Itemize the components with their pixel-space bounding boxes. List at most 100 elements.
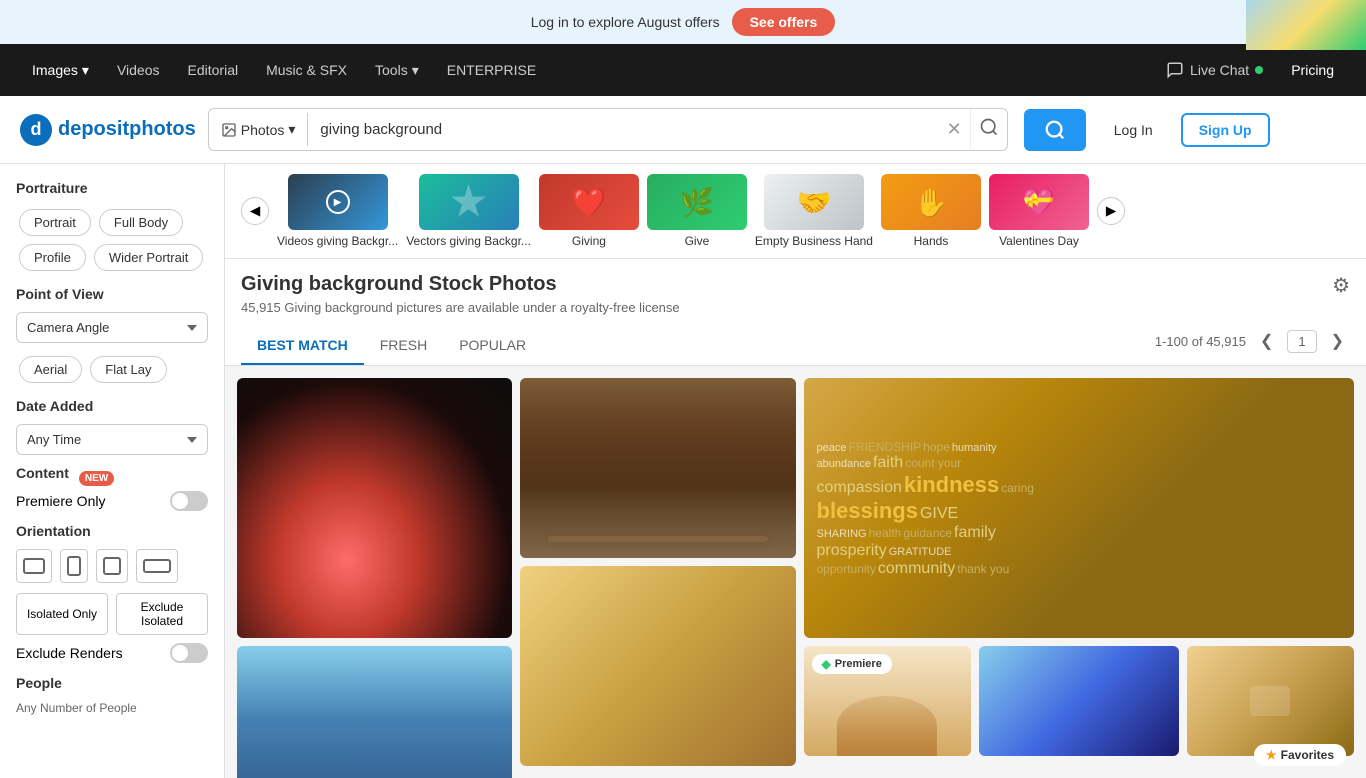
panorama-icon [143, 559, 171, 573]
tab-best-match[interactable]: BEST MATCH [241, 327, 364, 365]
toggle-knob [172, 493, 188, 509]
results-subtitle: 45,915 Giving background pictures are av… [241, 300, 680, 315]
nav-editorial-label: Editorial [188, 62, 239, 78]
site-logo[interactable]: d depositphotos [20, 114, 196, 146]
live-chat-button[interactable]: Live Chat [1154, 53, 1275, 87]
word-cloud-overlay: peaceFRIENDSHIPhopehumanity abundancefai… [804, 378, 1355, 638]
image-item-7[interactable] [979, 646, 1179, 756]
tab-fresh[interactable]: FRESH [364, 327, 443, 365]
date-added-select[interactable]: Any Time [16, 424, 208, 455]
portrait-orient-btn[interactable] [60, 549, 88, 583]
search-submit-button[interactable] [1024, 109, 1086, 151]
exclude-renders-label: Exclude Renders [16, 645, 123, 661]
search-icon [1044, 119, 1066, 141]
panorama-orient-btn[interactable] [136, 549, 178, 583]
full-body-tag[interactable]: Full Body [99, 209, 183, 236]
portraiture-tags: Portrait Full Body Profile Wider Portrai… [16, 206, 208, 274]
category-empty-business-hand[interactable]: 🤝 Empty Business Hand [755, 174, 873, 248]
isolated-only-btn[interactable]: Isolated Only [16, 593, 108, 635]
category-valentines[interactable]: 💝 Valentines Day [989, 174, 1089, 248]
image-item-3[interactable]: peaceFRIENDSHIPhopehumanity abundancefai… [804, 378, 1355, 638]
exclude-isolated-btn[interactable]: Exclude Isolated [116, 593, 208, 635]
nav-enterprise-label: ENTERPRISE [447, 62, 536, 78]
visual-search-button[interactable] [970, 109, 1007, 150]
nav-videos[interactable]: Videos [105, 54, 172, 86]
people-title: People [16, 675, 208, 691]
image-thumb-4 [237, 646, 512, 778]
exclude-renders-toggle[interactable] [170, 643, 208, 663]
sidebar: Portraiture Portrait Full Body Profile W… [0, 164, 225, 778]
tab-popular[interactable]: POPULAR [443, 327, 542, 365]
premiere-only-row: Premiere Only [16, 491, 208, 511]
search-container: Photos ▾ ✕ [208, 108, 1008, 151]
date-added-title: Date Added [16, 398, 208, 414]
nav-images[interactable]: Images ▾ [20, 54, 101, 87]
portrait-tag[interactable]: Portrait [19, 209, 91, 236]
category-next-btn[interactable]: ▶ [1097, 197, 1125, 225]
category-give-label: Give [685, 234, 710, 248]
login-button[interactable]: Log In [1098, 114, 1169, 146]
image-thumb-1 [237, 378, 512, 638]
image-row-bottom: ◆ Premiere [804, 646, 1355, 756]
results-header: Giving background Stock Photos 45,915 Gi… [225, 259, 1366, 366]
search-type-label: Photos [241, 122, 285, 138]
toggle-knob-2 [172, 645, 188, 661]
premiere-only-toggle[interactable] [170, 491, 208, 511]
favorites-badge[interactable]: ★ Favorites [1254, 744, 1346, 766]
wider-portrait-tag[interactable]: Wider Portrait [94, 244, 203, 271]
pricing-button[interactable]: Pricing [1279, 54, 1346, 86]
image-item-8[interactable] [1187, 646, 1354, 756]
category-vectors-giving[interactable]: Vectors giving Backgr... [406, 174, 531, 248]
page-prev-btn[interactable]: ❮ [1254, 329, 1279, 353]
image-item-2[interactable] [520, 378, 795, 558]
premiere-label-6: Premiere [835, 658, 882, 670]
premiere-diamond-icon: ◆ [822, 657, 831, 671]
banner-text: Log in to explore August offers [531, 14, 720, 30]
nav-editorial[interactable]: Editorial [176, 54, 251, 86]
image-thumb-5 [520, 566, 795, 766]
signup-button[interactable]: Sign Up [1181, 113, 1270, 147]
image-item-6[interactable]: ◆ Premiere [804, 646, 971, 756]
favorites-label: Favorites [1281, 748, 1334, 762]
nav-music[interactable]: Music & SFX [254, 54, 359, 86]
flat-lay-tag[interactable]: Flat Lay [90, 356, 166, 383]
image-item-1[interactable] [237, 378, 512, 638]
see-offers-button[interactable]: See offers [732, 8, 836, 36]
image-item-4[interactable] [237, 646, 512, 778]
pov-tags: Aerial Flat Lay [16, 353, 208, 386]
results-pagination: 1-100 of 45,915 ❮ 1 ❯ [1155, 329, 1350, 363]
logo-icon: d [20, 114, 52, 146]
category-hands[interactable]: ✋ Hands [881, 174, 981, 248]
page-next-btn[interactable]: ❯ [1325, 329, 1350, 353]
image-thumb-2 [520, 378, 795, 558]
profile-tag[interactable]: Profile [19, 244, 86, 271]
nav-music-label: Music & SFX [266, 62, 347, 78]
image-grid: peaceFRIENDSHIPhopehumanity abundancefai… [225, 366, 1366, 778]
category-vectors-label: Vectors giving Backgr... [406, 234, 531, 248]
category-giving[interactable]: ❤️ Giving [539, 174, 639, 248]
filter-options-button[interactable]: ⚙ [1332, 273, 1350, 298]
category-prev-btn[interactable]: ◀ [241, 197, 269, 225]
star-icon: ★ [1266, 748, 1277, 762]
content-section-header: Content NEW [16, 465, 208, 491]
image-col-3: peaceFRIENDSHIPhopehumanity abundancefai… [804, 378, 1355, 778]
landscape-orient-btn[interactable] [16, 549, 52, 583]
live-chat-indicator [1255, 66, 1263, 74]
search-input[interactable] [308, 113, 938, 146]
results-tabs: BEST MATCH FRESH POPULAR 1-100 of 45,915… [241, 327, 1350, 365]
category-give[interactable]: 🌿 Give [647, 174, 747, 248]
search-clear-button[interactable]: ✕ [939, 111, 970, 148]
search-type-button[interactable]: Photos ▾ [209, 113, 309, 146]
landscape-icon [23, 558, 45, 574]
main-navbar: Images ▾ Videos Editorial Music & SFX To… [0, 44, 1366, 96]
square-orient-btn[interactable] [96, 549, 128, 583]
category-videos-giving[interactable]: ▶ Videos giving Backgr... [277, 174, 398, 248]
nav-tools[interactable]: Tools ▾ [363, 54, 431, 87]
banner-preview-image [1246, 0, 1366, 50]
image-item-5[interactable] [520, 566, 795, 766]
camera-angle-select[interactable]: Camera Angle [16, 312, 208, 343]
category-videos-label: Videos giving Backgr... [277, 234, 398, 248]
aerial-tag[interactable]: Aerial [19, 356, 82, 383]
nav-enterprise[interactable]: ENTERPRISE [435, 54, 548, 86]
category-bar: ◀ ▶ Videos giving Backgr... Vectors givi… [225, 164, 1366, 259]
